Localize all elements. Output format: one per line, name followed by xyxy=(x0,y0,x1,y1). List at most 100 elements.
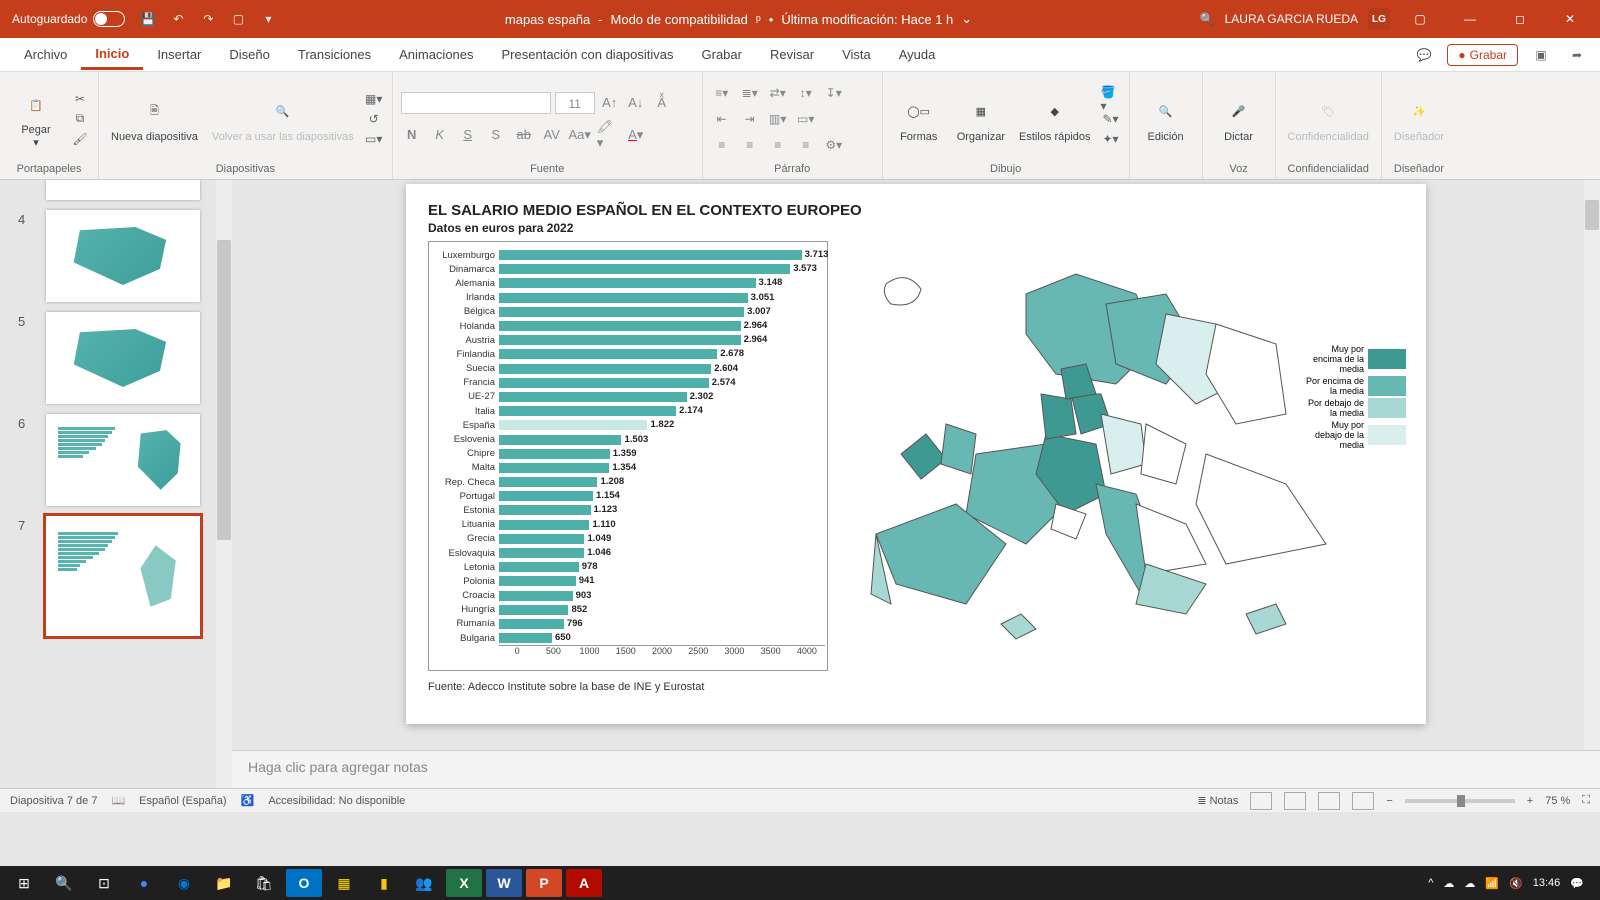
slide-thumb-partial[interactable] xyxy=(46,180,200,200)
slide-thumb-5[interactable]: 5 xyxy=(46,312,200,404)
powerbi-icon[interactable]: ▮ xyxy=(366,869,402,897)
sorter-view-icon[interactable] xyxy=(1284,792,1306,810)
explorer-icon[interactable]: 📁 xyxy=(206,869,242,897)
notes-pane[interactable]: Haga clic para agregar notas xyxy=(232,750,1600,788)
tray-chevron-icon[interactable]: ^ xyxy=(1428,877,1433,889)
tab-archivo[interactable]: Archivo xyxy=(10,41,81,68)
shape-fill-icon[interactable]: 🪣▾ xyxy=(1101,91,1121,107)
highlight-icon[interactable]: 🖍▾ xyxy=(597,124,619,146)
bullets-icon[interactable]: ≡▾ xyxy=(711,83,733,103)
quick-styles-button[interactable]: ◆Estilos rápidos xyxy=(1015,93,1095,145)
slide-thumb-7[interactable]: 7 xyxy=(46,516,200,636)
cut-icon[interactable]: ✂ xyxy=(70,91,90,107)
tab-ayuda[interactable]: Ayuda xyxy=(885,41,950,68)
paste-button[interactable]: 📋 Pegar ▾ xyxy=(8,86,64,151)
text-direction-icon[interactable]: ↧▾ xyxy=(823,83,845,103)
chevron-down-icon[interactable]: ⌄ xyxy=(961,11,972,27)
share-users-icon[interactable]: ᵖ xyxy=(756,12,761,27)
zoom-out-icon[interactable]: − xyxy=(1386,795,1392,807)
reading-view-icon[interactable] xyxy=(1318,792,1340,810)
layout-icon[interactable]: ▦▾ xyxy=(364,91,384,107)
customize-qat-icon[interactable]: ▾ xyxy=(259,10,277,28)
zoom-slider[interactable] xyxy=(1405,799,1515,803)
volume-icon[interactable]: 🔇 xyxy=(1509,877,1523,890)
notifications-icon[interactable]: 💬 xyxy=(1570,877,1584,890)
shadow-icon[interactable]: S xyxy=(485,124,507,146)
fit-to-window-icon[interactable]: ⛶ xyxy=(1582,794,1590,807)
sensitivity-button[interactable]: 🏷Confidencialidad xyxy=(1284,93,1373,145)
align-left-icon[interactable]: ≡ xyxy=(711,135,733,155)
zoom-level[interactable]: 75 % xyxy=(1545,795,1570,807)
change-case-icon[interactable]: Aa▾ xyxy=(569,124,591,146)
accessibility-status[interactable]: Accesibilidad: No disponible xyxy=(268,795,405,807)
last-modified[interactable]: Última modificación: Hace 1 h xyxy=(781,12,953,27)
spellcheck-icon[interactable]: 📖 xyxy=(111,794,125,807)
outlook-icon[interactable]: O xyxy=(286,869,322,897)
slide-thumb-6[interactable]: 6 xyxy=(46,414,200,506)
slide-counter[interactable]: Diapositiva 7 de 7 xyxy=(10,795,97,807)
strikethrough-icon[interactable]: ab xyxy=(513,124,535,146)
bold-icon[interactable]: N xyxy=(401,124,423,146)
zoom-in-icon[interactable]: + xyxy=(1527,795,1533,807)
present-live-icon[interactable]: ▣ xyxy=(1528,42,1554,68)
font-size-select[interactable]: 11 xyxy=(555,92,595,114)
decrease-font-icon[interactable]: A↓ xyxy=(625,92,647,114)
ribbon-display-icon[interactable]: ▢ xyxy=(1400,4,1440,34)
tab-animaciones[interactable]: Animaciones xyxy=(385,41,487,68)
language-indicator[interactable]: Español (España) xyxy=(139,795,226,807)
tab-grabar[interactable]: Grabar xyxy=(688,41,756,68)
minimize-icon[interactable]: — xyxy=(1450,4,1490,34)
close-icon[interactable]: ✕ xyxy=(1550,4,1590,34)
undo-icon[interactable]: ↶ xyxy=(169,10,187,28)
save-icon[interactable]: 💾 xyxy=(139,10,157,28)
font-color-icon[interactable]: A▾ xyxy=(625,124,647,146)
columns-icon[interactable]: ▥▾ xyxy=(767,109,789,129)
designer-button[interactable]: ✨Diseñador xyxy=(1390,93,1448,145)
justify-icon[interactable]: ≡ xyxy=(795,135,817,155)
excel-icon[interactable]: X xyxy=(446,869,482,897)
tab-inicio[interactable]: Inicio xyxy=(81,40,143,70)
normal-view-icon[interactable] xyxy=(1250,792,1272,810)
smartart-icon[interactable]: ⚙▾ xyxy=(823,135,845,155)
shapes-button[interactable]: ◯▭Formas xyxy=(891,93,947,145)
align-text-icon[interactable]: ▭▾ xyxy=(795,109,817,129)
section-icon[interactable]: ▭▾ xyxy=(364,131,384,147)
toggle-switch[interactable] xyxy=(93,11,125,27)
reset-icon[interactable]: ↺ xyxy=(364,111,384,127)
increase-indent-icon[interactable]: ⇥ xyxy=(739,109,761,129)
sticky-notes-icon[interactable]: ▦ xyxy=(326,869,362,897)
tab-revisar[interactable]: Revisar xyxy=(756,41,828,68)
format-painter-icon[interactable]: 🖌 xyxy=(70,131,90,147)
search-icon[interactable]: 🔍 xyxy=(46,869,82,897)
tab-transiciones[interactable]: Transiciones xyxy=(284,41,385,68)
slideshow-view-icon[interactable] xyxy=(1352,792,1374,810)
reuse-slides-button[interactable]: 🔍 Volver a usar las diapositivas xyxy=(208,93,358,145)
thumb-scrollbar[interactable] xyxy=(216,180,232,788)
line-spacing-icon[interactable]: ↕▾ xyxy=(795,83,817,103)
editor-scrollbar[interactable] xyxy=(1584,180,1600,750)
arrange-button[interactable]: ▦Organizar xyxy=(953,93,1009,145)
font-family-select[interactable] xyxy=(401,92,551,114)
redo-icon[interactable]: ↷ xyxy=(199,10,217,28)
tab-presentacion[interactable]: Presentación con diapositivas xyxy=(488,41,688,68)
edge-icon[interactable]: ◉ xyxy=(166,869,202,897)
onedrive-icon[interactable]: ☁ xyxy=(1464,877,1475,890)
editing-button[interactable]: 🔍Edición xyxy=(1138,93,1194,145)
align-right-icon[interactable]: ≡ xyxy=(767,135,789,155)
record-button[interactable]: ● Grabar xyxy=(1447,44,1518,66)
comments-icon[interactable]: 💬 xyxy=(1411,42,1437,68)
shape-effects-icon[interactable]: ✦▾ xyxy=(1101,131,1121,147)
shape-outline-icon[interactable]: ✎▾ xyxy=(1101,111,1121,127)
avatar[interactable]: LG xyxy=(1368,8,1390,30)
search-icon[interactable]: 🔍 xyxy=(1200,12,1215,26)
teams-icon[interactable]: 👥 xyxy=(406,869,442,897)
new-slide-button[interactable]: 🗎 Nueva diapositiva xyxy=(107,93,202,145)
clear-format-icon[interactable]: Aͯ xyxy=(651,92,673,114)
word-icon[interactable]: W xyxy=(486,869,522,897)
tab-vista[interactable]: Vista xyxy=(828,41,885,68)
start-icon[interactable]: ⊞ xyxy=(6,869,42,897)
copy-icon[interactable]: ⧉ xyxy=(70,111,90,127)
notes-toggle[interactable]: ≣ Notas xyxy=(1197,794,1238,807)
align-center-icon[interactable]: ≡ xyxy=(739,135,761,155)
clock[interactable]: 13:46 xyxy=(1533,877,1561,889)
